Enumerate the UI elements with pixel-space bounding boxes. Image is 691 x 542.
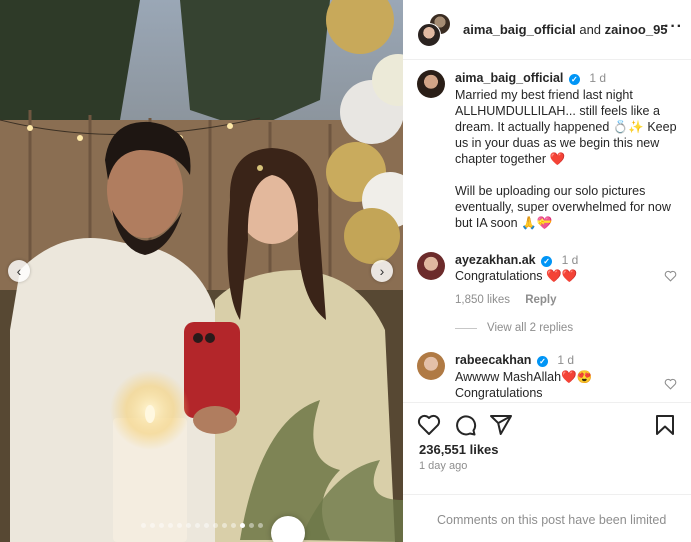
comment-text: Awwww MashAllah❤️😍 Congratulations <box>455 370 593 400</box>
caption-text: Married my best friend last night ALLHUM… <box>455 88 677 230</box>
post-media[interactable]: ‹ › <box>0 0 403 542</box>
view-replies-button[interactable]: View all 2 replies <box>455 322 573 334</box>
heart-icon[interactable] <box>417 413 441 437</box>
comments-section: aima_baig_official ✓ 1 d Married my best… <box>403 60 691 400</box>
carousel-indicator <box>0 523 403 528</box>
owner-username[interactable]: aima_baig_official <box>463 22 576 37</box>
comment-time[interactable]: 1 d <box>562 253 579 267</box>
wedding-photo <box>0 0 403 542</box>
carousel-next-button[interactable]: › <box>371 260 393 282</box>
share-icon[interactable] <box>489 413 513 437</box>
comment-icon[interactable] <box>453 413 477 437</box>
carousel-dot <box>176 523 182 528</box>
carousel-dot <box>257 523 263 528</box>
bookmark-icon[interactable] <box>653 413 677 437</box>
carousel-dot <box>203 523 209 528</box>
caption-username[interactable]: aima_baig_official <box>455 71 563 85</box>
messages-button[interactable] <box>271 516 305 542</box>
carousel-dot <box>185 523 191 528</box>
divider <box>455 327 477 329</box>
avatar[interactable] <box>417 352 445 380</box>
carousel-dot <box>167 523 173 528</box>
view-replies-label: View all 2 replies <box>487 322 574 334</box>
collaborator-username[interactable]: zainoo_95 <box>605 22 668 37</box>
like-comment-heart-icon[interactable] <box>664 270 677 282</box>
chevron-right-icon: › <box>379 263 385 279</box>
verified-badge-icon: ✓ <box>541 256 553 267</box>
carousel-dot <box>158 523 164 528</box>
likes-count[interactable]: 236,551 likes <box>419 442 499 457</box>
carousel-dot <box>194 523 200 528</box>
comment-username[interactable]: ayezakhan.ak <box>455 253 536 267</box>
post-sidebar: aima_baig_official and zainoo_95 ··· aim… <box>403 0 691 542</box>
verified-badge-icon: ✓ <box>568 74 580 85</box>
chevron-left-icon: ‹ <box>16 263 22 279</box>
post-header: aima_baig_official and zainoo_95 ··· <box>403 0 691 60</box>
reply-button[interactable]: Reply <box>525 294 556 306</box>
collab-avatars[interactable] <box>417 12 451 47</box>
carousel-dot <box>212 523 218 528</box>
carousel-dot <box>248 523 254 528</box>
carousel-prev-button[interactable]: ‹ <box>8 260 30 282</box>
avatar[interactable] <box>417 70 445 98</box>
caption: aima_baig_official ✓ 1 d Married my best… <box>417 70 687 231</box>
carousel-dot <box>230 523 236 528</box>
verified-badge-icon: ✓ <box>536 356 548 367</box>
carousel-dot <box>149 523 155 528</box>
caption-time[interactable]: 1 d <box>589 71 606 85</box>
comment-username[interactable]: rabeecakhan <box>455 353 531 367</box>
comments-limited-notice: Comments on this post have been limited <box>403 494 691 542</box>
comment-time[interactable]: 1 d <box>557 353 574 367</box>
avatar[interactable] <box>417 252 445 280</box>
comment-item: ayezakhan.ak ✓ 1 d Congratulations ❤️❤️ … <box>417 252 687 308</box>
comment-likes[interactable]: 1,850 likes <box>455 294 510 306</box>
authors-joiner: and <box>579 22 602 37</box>
like-comment-heart-icon[interactable] <box>664 378 677 390</box>
carousel-dot <box>221 523 227 528</box>
more-options-button[interactable]: ··· <box>664 18 683 36</box>
carousel-dot <box>239 523 245 528</box>
action-bar <box>403 402 691 442</box>
carousel-dot <box>140 523 146 528</box>
post-authors: aima_baig_official and zainoo_95 <box>463 22 668 37</box>
comment-text: Congratulations ❤️❤️ <box>455 269 578 283</box>
avatar[interactable] <box>417 22 441 47</box>
post-timestamp[interactable]: 1 day ago <box>419 460 467 472</box>
comment-item: rabeecakhan ✓ 1 d Awwww MashAllah❤️😍 Con… <box>417 352 687 400</box>
more-horizontal-icon: ··· <box>664 18 683 35</box>
